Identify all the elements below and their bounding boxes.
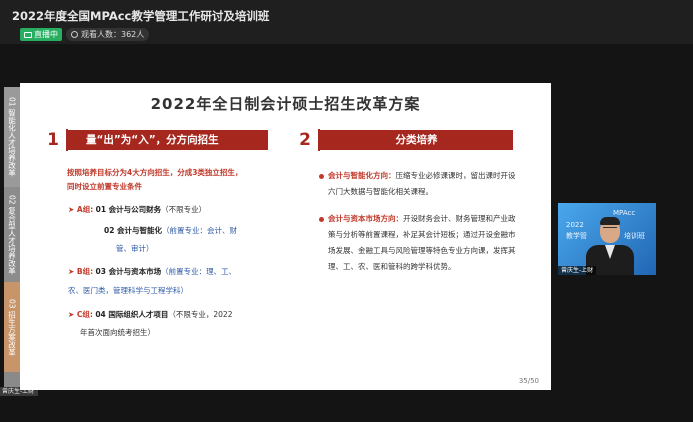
group-c-item-text: 04 国际组织人才项目 bbox=[95, 310, 169, 319]
arrow-bullet-icon: ➤ bbox=[68, 205, 77, 214]
section2-point2-head: 会计与资本市场方向： bbox=[328, 214, 403, 223]
backdrop-text-4: 培训班 bbox=[624, 232, 645, 240]
group-a-item2-cont: 管、审计） bbox=[116, 244, 154, 253]
eye-icon bbox=[71, 31, 78, 38]
group-c-item-note: （不限专业，2022 bbox=[168, 310, 233, 319]
group-a-item1-note: （不限专业） bbox=[161, 205, 207, 214]
nav-item-02-label: 02 复合型人才培养改革 bbox=[7, 194, 17, 275]
nav-item-01-label: 01 智能化人才培养改革 bbox=[7, 97, 17, 177]
nav-item-03-label: 03 招生方案改革 bbox=[7, 298, 17, 356]
stream-title: 2022年度全国MPAcc教学管理工作研讨及培训班 bbox=[12, 9, 270, 23]
nav-item-01[interactable]: 01 智能化人才培养改革 bbox=[4, 87, 20, 187]
group-b-label: B组: bbox=[76, 267, 94, 276]
section2-point2: 会计与资本市场方向：开设财务会计、财务管理和产业政策与分析等前置课程，补足其会计… bbox=[328, 211, 518, 275]
section1-number: 1 bbox=[40, 129, 68, 151]
bullet-dot-icon bbox=[319, 174, 324, 179]
group-a-item1-text: 01 会计与公司财务 bbox=[95, 205, 162, 214]
section2-point1-head: 会计与智能化方向： bbox=[328, 171, 396, 180]
camera-name-label: 曾庆生-上财 bbox=[558, 266, 597, 275]
group-a-item2: 02 会计与智能化（前置专业：会计、财 bbox=[104, 224, 237, 238]
section2-heading: 分类培养 bbox=[320, 130, 513, 150]
section1-intro: 按照培养目标分为4大方向招生，分成3类独立招生， 同时设立前置专业条件 bbox=[67, 168, 243, 191]
presenter-glasses bbox=[603, 227, 617, 230]
group-c-item: ➤ C组: 04 国际组织人才项目（不限专业，2022 bbox=[68, 308, 232, 322]
group-a-item2-note: （前置专业：会计、财 bbox=[162, 226, 238, 235]
presenter-camera-feed[interactable]: MPAcc 2022 教学管 培训班 曾庆生-上财 bbox=[558, 203, 656, 275]
viewer-count-label: 观看人数：362人 bbox=[81, 30, 145, 39]
group-b-item-cont: 农、医门类，管理科学与工程学科） bbox=[68, 286, 188, 295]
group-c-label: C组: bbox=[76, 310, 93, 319]
presentation-slide: 2022年全日制会计硕士招生改革方案 1 量“出”为“入”，分方向招生 2 分类… bbox=[20, 83, 551, 390]
group-a-item2-text: 02 会计与智能化 bbox=[104, 226, 163, 235]
section1-heading: 量“出”为“入”，分方向招生 bbox=[68, 130, 268, 150]
nav-item-02[interactable]: 02 复合型人才培养改革 bbox=[4, 187, 20, 282]
stream-header: 2022年度全国MPAcc教学管理工作研讨及培训班 直播中 观看人数：362人 bbox=[0, 0, 693, 44]
slide-nav-strip: 01 智能化人才培养改革 02 复合型人才培养改革 03 招生方案改革 bbox=[4, 87, 20, 390]
presenter-hair bbox=[600, 217, 620, 225]
nav-item-03[interactable]: 03 招生方案改革 bbox=[4, 282, 20, 372]
group-b-item: ➤ B组: 03 会计与资本市场（前置专业：理、工、 bbox=[68, 265, 236, 279]
group-a-item1: ➤ A组: 01 会计与公司财务（不限专业） bbox=[68, 203, 206, 217]
group-c-item-cont: 年首次面向统考招生） bbox=[80, 328, 155, 337]
backdrop-text-3: 教学管 bbox=[566, 232, 587, 240]
backdrop-text-2: 2022 bbox=[566, 221, 584, 229]
live-status-badge: 直播中 bbox=[20, 28, 62, 41]
live-camera-icon bbox=[24, 31, 32, 38]
group-b-item-note: （前置专业：理、工、 bbox=[161, 267, 237, 276]
slide-title: 2022年全日制会计硕士招生改革方案 bbox=[150, 95, 421, 113]
slide-page-number: 35/50 bbox=[518, 377, 539, 385]
arrow-bullet-icon: ➤ bbox=[68, 310, 77, 319]
group-a-label: A组: bbox=[76, 205, 94, 214]
viewer-count-badge: 观看人数：362人 bbox=[66, 28, 150, 41]
live-stream-window: 2022年度全国MPAcc教学管理工作研讨及培训班 直播中 观看人数：362人 … bbox=[0, 0, 693, 422]
section2-number: 2 bbox=[292, 129, 320, 151]
bullet-dot-icon bbox=[319, 217, 324, 222]
section2-point1: 会计与智能化方向：压缩专业必修课课时，留出课时开设六门大数据与智能化相关课程。 bbox=[328, 168, 518, 200]
backdrop-text-1: MPAcc bbox=[613, 209, 636, 217]
group-b-item-text: 03 会计与资本市场 bbox=[95, 267, 162, 276]
arrow-bullet-icon: ➤ bbox=[68, 267, 77, 276]
live-status-label: 直播中 bbox=[34, 30, 58, 39]
